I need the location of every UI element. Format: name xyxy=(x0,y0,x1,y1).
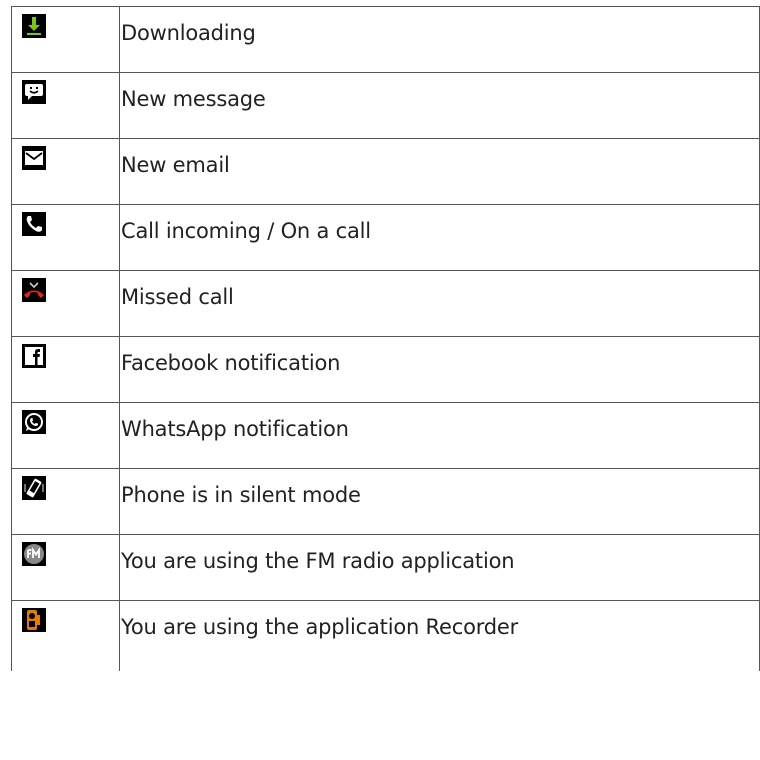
fm-radio-icon xyxy=(22,542,46,566)
description-cell: New email xyxy=(119,138,760,205)
table-row: Facebook notification xyxy=(11,336,760,403)
row-label: WhatsApp notification xyxy=(121,417,349,441)
missed-call-icon xyxy=(22,278,46,302)
email-icon xyxy=(22,146,46,170)
icon-cell xyxy=(11,204,120,271)
table-row: WhatsApp notification xyxy=(11,402,760,469)
description-cell: Facebook notification xyxy=(119,336,760,403)
message-icon xyxy=(22,80,46,104)
icon-cell xyxy=(11,468,120,535)
icon-cell xyxy=(11,6,120,73)
row-label: You are using the FM radio application xyxy=(121,549,515,573)
description-cell: Phone is in silent mode xyxy=(119,468,760,535)
download-icon xyxy=(22,14,46,38)
silent-mode-icon xyxy=(22,476,46,500)
table-row: You are using the application Recorder xyxy=(11,600,760,671)
table-row: Downloading xyxy=(11,6,760,73)
icon-cell xyxy=(11,336,120,403)
row-label: New message xyxy=(121,87,266,111)
icon-cell xyxy=(11,270,120,337)
table-row: Missed call xyxy=(11,270,760,337)
whatsapp-icon xyxy=(22,410,46,434)
row-label: You are using the application Recorder xyxy=(121,615,519,639)
row-label: Facebook notification xyxy=(121,351,341,375)
phone-call-icon xyxy=(22,212,46,236)
row-label: Missed call xyxy=(121,285,234,309)
row-label: Phone is in silent mode xyxy=(121,483,361,507)
description-cell: You are using the application Recorder xyxy=(119,600,760,671)
table-row: You are using the FM radio application xyxy=(11,534,760,601)
description-cell: Downloading xyxy=(119,6,760,73)
description-cell: Missed call xyxy=(119,270,760,337)
description-cell: WhatsApp notification xyxy=(119,402,760,469)
icon-cell xyxy=(11,600,120,671)
table-row: New email xyxy=(11,138,760,205)
icon-cell xyxy=(11,534,120,601)
icon-cell xyxy=(11,402,120,469)
table-row: Call incoming / On a call xyxy=(11,204,760,271)
row-label: Call incoming / On a call xyxy=(121,219,371,243)
notification-icons-table: Downloading New message New email Call i… xyxy=(11,6,760,671)
description-cell: Call incoming / On a call xyxy=(119,204,760,271)
table-row: New message xyxy=(11,72,760,139)
facebook-icon xyxy=(22,344,46,368)
icon-cell xyxy=(11,138,120,205)
table-row: Phone is in silent mode xyxy=(11,468,760,535)
description-cell: You are using the FM radio application xyxy=(119,534,760,601)
icon-cell xyxy=(11,72,120,139)
row-label: New email xyxy=(121,153,230,177)
description-cell: New message xyxy=(119,72,760,139)
row-label: Downloading xyxy=(121,21,256,45)
recorder-icon xyxy=(22,608,46,632)
